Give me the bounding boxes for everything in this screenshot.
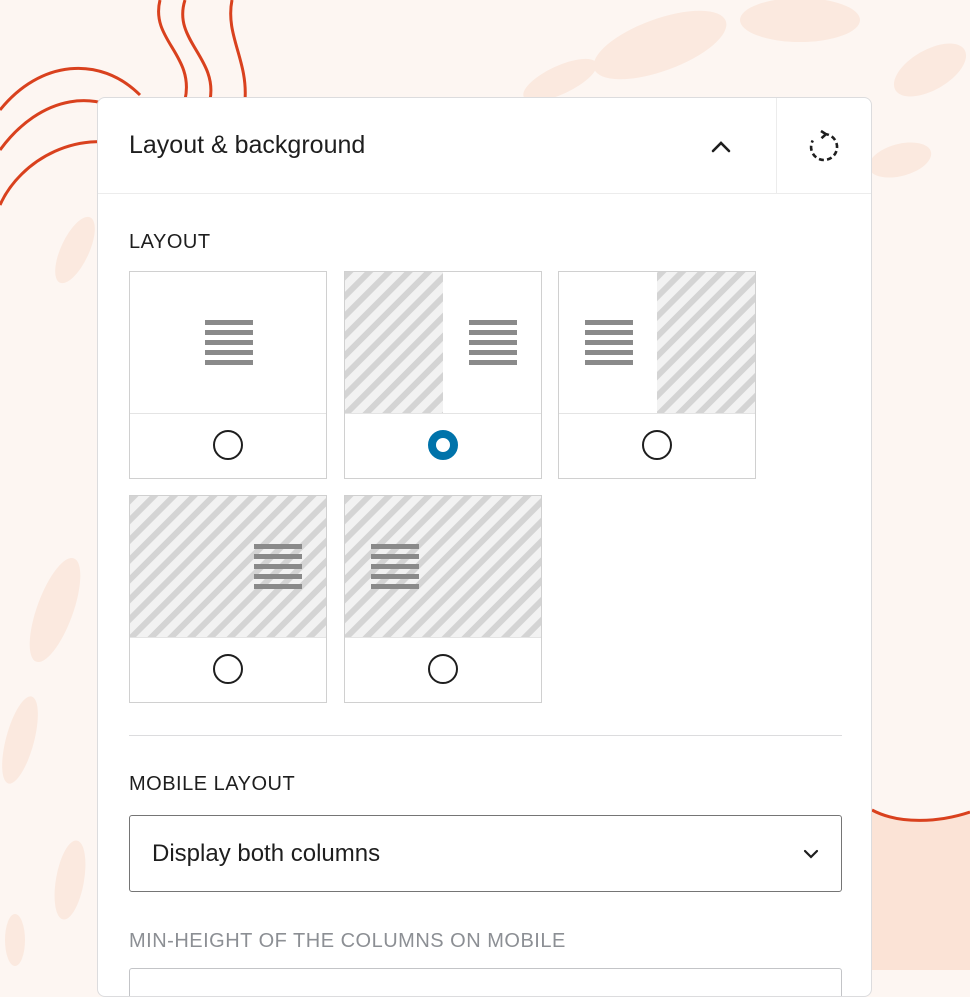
panel-header[interactable]: Layout & background — [98, 98, 871, 194]
min-height-label: MIN-HEIGHT OF THE COLUMNS ON MOBILE — [129, 930, 566, 952]
text-lines-icon — [469, 320, 517, 365]
layout-option-text-left-image-right[interactable] — [558, 271, 756, 479]
reset-button[interactable] — [800, 123, 848, 171]
radio-zone[interactable] — [345, 638, 541, 702]
panel-title: Layout & background — [129, 131, 366, 159]
radio-zone[interactable] — [559, 414, 755, 478]
text-lines-icon — [585, 320, 633, 365]
layout-radio[interactable] — [213, 430, 243, 460]
layout-preview — [345, 496, 541, 638]
mobile-layout-label: MOBILE LAYOUT — [129, 773, 296, 795]
chevron-up-icon — [711, 141, 731, 153]
layout-preview — [559, 272, 755, 414]
radio-zone[interactable] — [345, 414, 541, 478]
rotate-reset-icon — [809, 129, 839, 162]
layout-radio[interactable] — [213, 654, 243, 684]
layout-option-text-only[interactable] — [129, 271, 327, 479]
image-placeholder — [345, 272, 443, 413]
layout-preview — [345, 272, 541, 414]
header-divider — [776, 98, 777, 193]
layout-option-image-background-text-right[interactable] — [129, 495, 327, 703]
mobile-layout-select-value: Display both columns — [152, 840, 381, 867]
radio-zone[interactable] — [130, 414, 326, 478]
layout-option-image-background-text-left[interactable] — [344, 495, 542, 703]
layout-label: LAYOUT — [129, 231, 211, 253]
layout-option-image-left-text-right[interactable] — [344, 271, 542, 479]
section-divider — [129, 735, 842, 736]
layout-radio[interactable] — [642, 430, 672, 460]
layout-background-panel: Layout & background LAYOUT MOBILE LAYOUT… — [97, 97, 872, 997]
layout-preview — [130, 272, 326, 414]
radio-zone[interactable] — [130, 638, 326, 702]
min-height-input[interactable] — [129, 968, 842, 996]
chevron-down-icon — [803, 849, 819, 859]
collapse-button[interactable] — [698, 124, 744, 170]
mobile-layout-select[interactable]: Display both columns — [129, 815, 842, 892]
layout-radio[interactable] — [428, 430, 458, 460]
layout-radio[interactable] — [428, 654, 458, 684]
text-lines-icon — [205, 320, 253, 365]
layout-preview — [130, 496, 326, 638]
image-placeholder — [657, 272, 755, 413]
